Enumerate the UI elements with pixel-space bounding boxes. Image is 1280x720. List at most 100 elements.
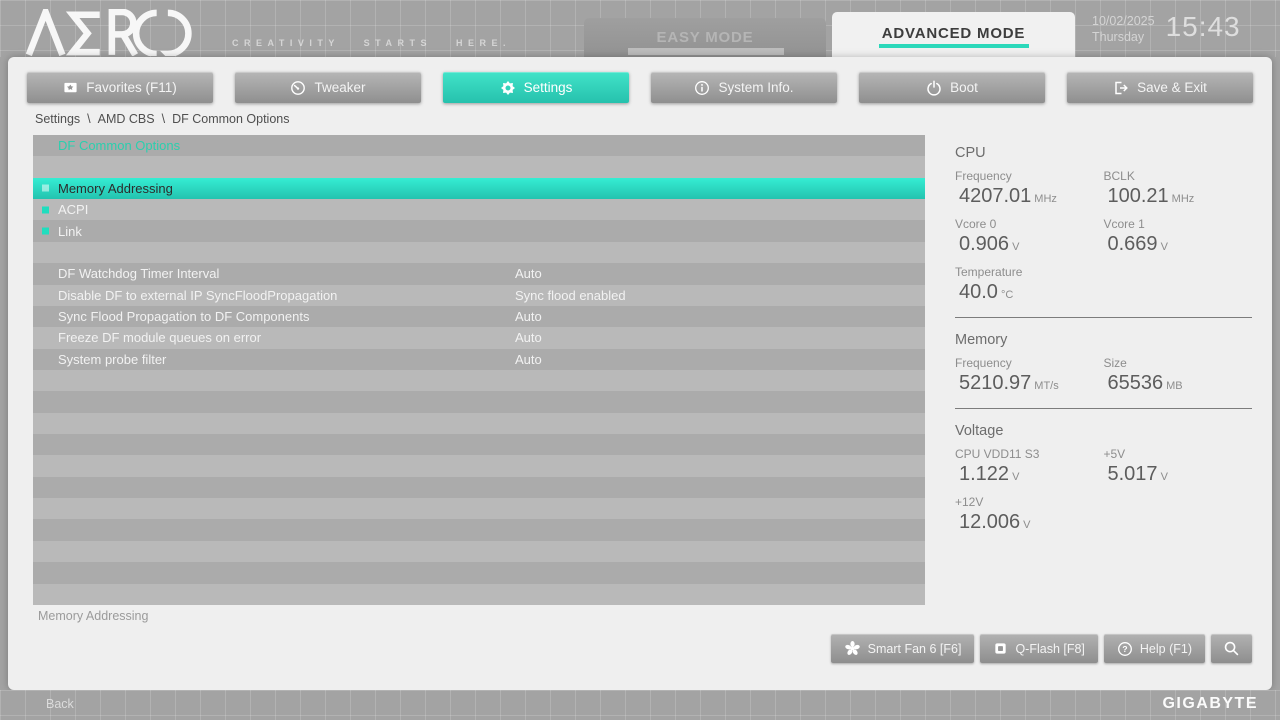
list-row[interactable]: Memory Addressing	[33, 177, 925, 200]
main-panel: Favorites (F11) Tweaker Settings System Inf…	[8, 57, 1272, 690]
tab-label: System Info.	[718, 80, 794, 95]
toolbar: Smart Fan 6 [F6] Q-Flash [F8]? Help (F1)	[830, 634, 1252, 663]
sensor-item: Vcore 0 0.906 V	[955, 217, 1104, 256]
sensor-value: 40.0	[959, 281, 998, 303]
sensor-value: 12.006	[959, 511, 1021, 533]
sensor-label: Frequency	[955, 356, 1012, 370]
list-row[interactable]: Freeze DF module queues on error Auto	[33, 327, 925, 349]
smart-fan-button[interactable]: Smart Fan 6 [F6]	[830, 634, 975, 663]
sensor-value-row: 5.017 V	[1104, 463, 1253, 486]
list-row[interactable]: Link	[33, 220, 925, 242]
sensor-value-row: 1.122 V	[955, 463, 1104, 486]
sensor-label: Vcore 1	[1103, 217, 1145, 231]
back-button[interactable]: Back	[46, 697, 74, 711]
gauge-icon	[290, 80, 306, 96]
q-flash-button[interactable]: Q-Flash [F8]	[980, 634, 1098, 663]
sensor-item: Size 65536 MB	[1104, 356, 1253, 395]
tab-favorites[interactable]: Favorites (F11)	[27, 72, 213, 103]
tab-save-exit[interactable]: Save & Exit	[1067, 72, 1253, 103]
list-row[interactable]: DF Common Options	[33, 135, 925, 157]
item-label: Link	[58, 223, 82, 239]
tab-easy-mode[interactable]: EASY MODE	[584, 18, 826, 57]
sensor-value-row: 0.669 V	[1104, 233, 1253, 256]
sensor-group-memory: Memory Frequency 5210.97 MT/s Size 65536 MB	[955, 317, 1252, 395]
sensor-group-voltage: Voltage CPU VDD11 S3 1.122 V +5V 5.017 V +12V 12…	[955, 408, 1252, 534]
sensor-label: CPU VDD11 S3	[955, 447, 1040, 461]
datetime: 10/02/2025 Thursday 15:43	[1092, 11, 1241, 46]
time-text: 15:43	[1165, 11, 1241, 42]
list-row-empty	[33, 583, 925, 605]
sensor-item: Vcore 1 0.669 V	[1104, 217, 1253, 256]
list-row[interactable]: Disable DF to external IP SyncFloodPropa…	[33, 284, 925, 306]
nav-tab-bar: Favorites (F11) Tweaker Settings System Inf…	[27, 72, 1253, 103]
power-icon	[926, 79, 942, 96]
sensor-unit: MHz	[1171, 193, 1195, 205]
help-button[interactable]: ? Help (F1)	[1103, 634, 1205, 663]
tab-label: Tweaker	[314, 80, 366, 95]
sensor-unit: MHz	[1034, 193, 1057, 205]
sensor-label: Vcore 0	[955, 217, 997, 231]
item-label: DF Watchdog Timer Interval	[58, 266, 220, 282]
breadcrumb-segment[interactable]: DF Common Options	[172, 112, 289, 126]
list-row-empty	[33, 241, 925, 264]
sensor-value-row: 40.0 °C	[955, 281, 1104, 304]
sensor-grid: Frequency 5210.97 MT/s Size 65536 MB	[955, 356, 1252, 395]
sensor-unit: V	[1023, 519, 1031, 531]
item-label: Freeze DF module queues on error	[58, 330, 262, 346]
item-value: Auto	[515, 330, 542, 346]
list-row[interactable]: System probe filter Auto	[33, 348, 925, 370]
footer-bar: Back GIGABYTE	[0, 690, 1280, 720]
question-icon: ?	[1117, 641, 1133, 657]
list-row[interactable]: ACPI	[33, 199, 925, 221]
breadcrumb-segment[interactable]: AMD CBS	[98, 112, 155, 126]
toolbar-button-label: Help (F1)	[1139, 641, 1192, 656]
gigabyte-logo: GIGABYTE	[1162, 695, 1258, 712]
item-value: Auto	[515, 266, 542, 282]
sensor-unit: MT/s	[1034, 380, 1059, 392]
sensor-value-row: 0.906 V	[955, 233, 1104, 256]
tab-tweaker[interactable]: Tweaker	[235, 72, 421, 103]
item-value: Auto	[515, 351, 542, 367]
tab-boot[interactable]: Boot	[859, 72, 1045, 103]
item-label: Sync Flood Propagation to DF Components	[58, 309, 310, 325]
section-title: DF Common Options	[58, 138, 181, 154]
tab-label: Boot	[950, 80, 978, 95]
list-row-empty	[33, 156, 925, 178]
sensor-label: Temperature	[955, 265, 1023, 279]
sensor-value-row: 100.21 MHz	[1104, 185, 1253, 208]
sensor-value-row: 5210.97 MT/s	[955, 372, 1104, 395]
tab-system-info[interactable]: System Info.	[651, 72, 837, 103]
item-value: Sync flood enabled	[515, 287, 626, 303]
sensor-group-title: Voltage	[955, 423, 1004, 439]
sensor-label: +5V	[1103, 447, 1126, 461]
list-row[interactable]: DF Watchdog Timer Interval Auto	[33, 263, 925, 285]
breadcrumb-segment[interactable]: Settings	[35, 112, 80, 126]
help-text: Memory Addressing	[38, 609, 149, 623]
sensor-value: 0.669	[1107, 233, 1158, 255]
sensor-value: 0.906	[959, 233, 1010, 255]
submenu-bullet-icon	[42, 184, 49, 192]
list-row[interactable]: Sync Flood Propagation to DF Components A…	[33, 305, 925, 328]
sensor-unit: V	[1160, 241, 1168, 253]
list-row-empty	[33, 562, 925, 584]
breadcrumb-separator: \	[161, 112, 166, 126]
sensor-group-title: Memory	[955, 332, 1008, 348]
sensor-item: CPU VDD11 S3 1.122 V	[955, 447, 1104, 486]
chip-icon	[993, 641, 1008, 656]
list-row-empty	[33, 412, 925, 435]
item-label: Memory Addressing	[58, 180, 173, 196]
sensor-grid: Frequency 4207.01 MHz BCLK 100.21 MHz Vcore 00…	[955, 169, 1252, 304]
search-button[interactable]	[1211, 634, 1252, 663]
sensor-grid: CPU VDD11 S3 1.122 V +5V 5.017 V +12V 12.006 V	[955, 447, 1252, 534]
item-label: Disable DF to external IP SyncFloodPropa…	[58, 287, 338, 303]
tab-advanced-mode[interactable]: ADVANCED MODE	[832, 12, 1075, 57]
sensor-value: 65536	[1107, 372, 1164, 394]
breadcrumb-separator: \	[87, 112, 91, 126]
list-row-empty	[33, 434, 925, 456]
toolbar-button-label: Smart Fan 6 [F6]	[867, 641, 962, 656]
list-row-empty	[33, 369, 925, 392]
tab-settings[interactable]: Settings	[443, 72, 629, 103]
list-row-empty	[33, 498, 925, 520]
favorites-icon	[63, 80, 78, 95]
sensor-value: 5210.97	[959, 372, 1032, 394]
